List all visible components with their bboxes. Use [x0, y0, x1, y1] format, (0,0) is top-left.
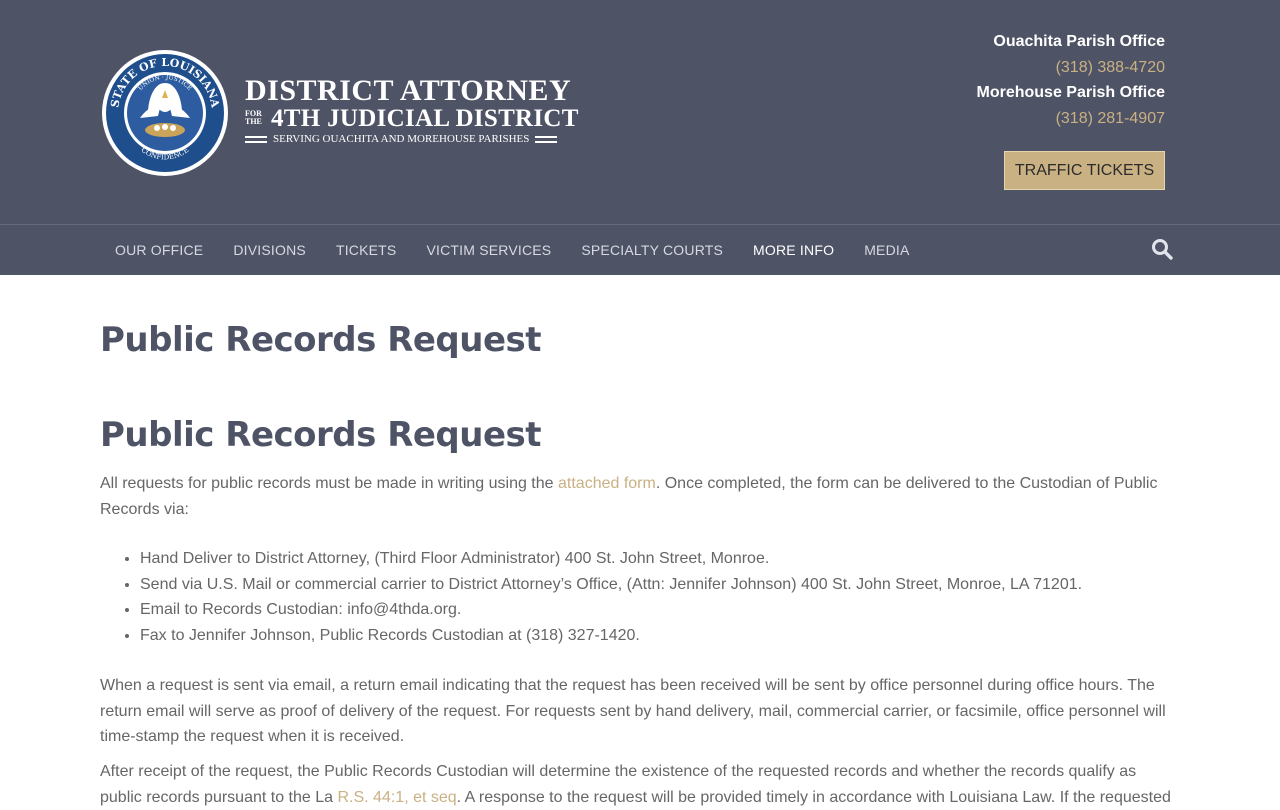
nav-item-our-office[interactable]: OUR OFFICE: [100, 242, 218, 258]
page-title: Public Records Request: [100, 320, 542, 360]
logo-wordmark: DISTRICT ATTORNEY FOR THE 4TH JUDICIAL D…: [245, 74, 579, 146]
ouachita-office-label: Ouachita Parish Office: [993, 33, 1165, 50]
louisiana-seal-icon: STATE OF LOUISIANA UNION · JUSTICE CONFI…: [102, 50, 228, 176]
contact-block: Ouachita Parish Office (318) 388-4720 Mo…: [977, 32, 1166, 134]
main-nav: OUR OFFICE DIVISIONS TICKETS VICTIM SERV…: [0, 224, 1280, 275]
traffic-tickets-button[interactable]: TRAFFIC TICKETS: [1004, 151, 1165, 190]
attached-form-link[interactable]: attached form: [558, 475, 656, 492]
receipt-paragraph: After receipt of the request, the Public…: [100, 763, 1171, 806]
nav-item-specialty-courts[interactable]: SPECIALTY COURTS: [566, 242, 738, 258]
morehouse-phone-link[interactable]: (318) 281-4907: [977, 109, 1165, 129]
delivery-methods-list: Hand Deliver to District Attorney, (Thir…: [140, 546, 1082, 648]
list-item: Email to Records Custodian: info@4thda.o…: [140, 597, 1082, 623]
nav-item-victim-services[interactable]: VICTIM SERVICES: [411, 242, 566, 258]
nav-item-divisions[interactable]: DIVISIONS: [218, 242, 321, 258]
nav-menu: OUR OFFICE DIVISIONS TICKETS VICTIM SERV…: [100, 225, 925, 275]
site-logo[interactable]: STATE OF LOUISIANA UNION · JUSTICE CONFI…: [100, 48, 610, 178]
logo-tagline: SERVING OUACHITA AND MOREHOUSE PARISHES: [245, 132, 571, 146]
logo-title: DISTRICT ATTORNEY: [245, 74, 572, 107]
list-item: Send via U.S. Mail or commercial carrier…: [140, 572, 1082, 598]
intro-paragraph: All requests for public records must be …: [100, 475, 1158, 518]
email-paragraph: When a request is sent via email, a retu…: [100, 677, 1166, 745]
nav-item-tickets[interactable]: TICKETS: [321, 242, 412, 258]
morehouse-office-label: Morehouse Parish Office: [976, 84, 1166, 101]
section-title: Public Records Request: [100, 415, 542, 455]
list-item: Fax to Jennifer Johnson, Public Records …: [140, 623, 1082, 649]
decorative-bars-right: [535, 135, 558, 143]
nav-item-media[interactable]: MEDIA: [849, 242, 924, 258]
decorative-bars-left: [245, 135, 267, 143]
site-header: STATE OF LOUISIANA UNION · JUSTICE CONFI…: [0, 0, 1280, 224]
nav-item-more-info[interactable]: MORE INFO: [738, 242, 849, 258]
logo-subtitle: FOR THE 4TH JUDICIAL DISTRICT: [245, 105, 579, 132]
logo-for-the: FOR THE: [245, 109, 262, 126]
ouachita-phone-link[interactable]: (318) 388-4720: [977, 58, 1165, 78]
list-item: Hand Deliver to District Attorney, (Thir…: [140, 546, 1082, 572]
statute-link[interactable]: R.S. 44:1, et seq: [337, 789, 456, 806]
search-icon[interactable]: [1151, 238, 1173, 260]
